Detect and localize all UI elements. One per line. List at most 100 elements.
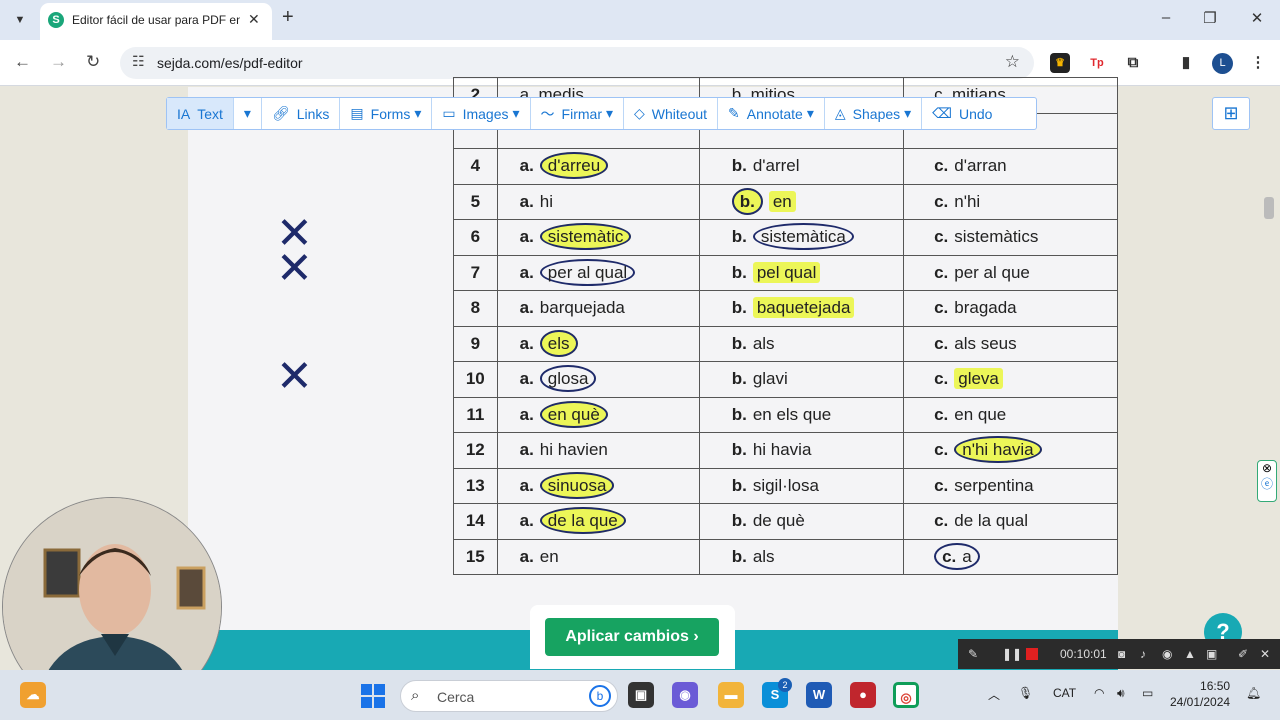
option-a: sistemàtic xyxy=(539,223,632,251)
omnibox[interactable]: ☷ sejda.com/es/pdf-editor ☆ xyxy=(120,47,1034,79)
option-c: per al que xyxy=(954,262,1030,282)
thumbnails-grid-icon[interactable]: ⊞ xyxy=(1212,97,1250,130)
language-indicator[interactable]: CAT xyxy=(1053,686,1076,700)
chrome-icon[interactable]: ◎ xyxy=(893,682,919,708)
table-row: 10 a. glosa b. glavi c. gleva xyxy=(453,361,1118,398)
microphone-icon[interactable]: 🎙︎ xyxy=(1018,686,1033,700)
crown-extension-icon[interactable]: ♛ xyxy=(1050,53,1070,73)
option-a: els xyxy=(539,329,578,357)
close-icon[interactable]: ✕ xyxy=(1260,647,1270,661)
word-icon[interactable]: W xyxy=(806,682,832,708)
mic-off-icon[interactable]: ♪ xyxy=(1140,647,1146,661)
webcam-icon[interactable]: ◉ xyxy=(1162,647,1172,661)
row-number: 12 xyxy=(453,432,498,469)
option-a: en xyxy=(539,546,559,566)
camera-icon[interactable]: ◙ xyxy=(1118,647,1125,661)
tab-close-icon[interactable]: ✕ xyxy=(248,11,260,28)
notification-bell-icon[interactable]: 🔔︎ xyxy=(1246,686,1261,700)
option-b: en els que xyxy=(752,404,832,424)
screen-recorder-bar: ✎ ❚❚ 00:10:01 ◙ ♪ ◉ ▲ ▣ ✐ ✕ xyxy=(958,639,1280,669)
shapes-button[interactable]: ◬ Shapes ▾ xyxy=(825,98,923,129)
pen-icon[interactable]: ✎ xyxy=(968,647,978,661)
bookmark-star-icon[interactable]: ☆ xyxy=(1005,52,1020,72)
images-button[interactable]: ▭ Images ▾ xyxy=(432,98,531,129)
text-options-dropdown[interactable]: ▾ xyxy=(234,98,262,129)
task-view-icon[interactable]: ▣ xyxy=(628,682,654,708)
pdf-page[interactable]: 2 a. medis b. mitjos c. mitjans 4 a. d'ar… xyxy=(188,77,1118,635)
label-b: b. xyxy=(731,546,747,566)
label-a: a. xyxy=(519,191,534,211)
taskbar-search[interactable]: ⌕ Cerca b xyxy=(400,680,618,712)
browser-tab[interactable]: S Editor fácil de usar para PDF en ✕ xyxy=(40,3,272,40)
option-a: hi havien xyxy=(539,440,608,460)
profile-avatar[interactable]: L xyxy=(1212,53,1233,74)
label-b: b. xyxy=(731,404,747,424)
forward-icon[interactable]: → xyxy=(50,52,67,72)
start-tile xyxy=(361,697,372,708)
annotate-button[interactable]: ✎ Annotate ▾ xyxy=(718,98,825,129)
option-a: glosa xyxy=(539,365,597,393)
screen-recorder-icon[interactable]: ● xyxy=(850,682,876,708)
restore-icon[interactable]: ❐ xyxy=(1198,9,1222,27)
option-a: sinuosa xyxy=(539,471,615,499)
option-b: als xyxy=(752,546,775,566)
firmar-label: Firmar xyxy=(561,105,602,122)
close-icon[interactable]: ⊗ xyxy=(1258,461,1276,475)
editor-toolbar: IA Text ▾ 🔗︎ Links ▤ Forms ▾ ▭ Images ▾ 〜 Firma… xyxy=(166,97,1037,130)
battery-icon[interactable]: ▭ xyxy=(1142,686,1153,700)
window-close-icon[interactable]: ✕ xyxy=(1245,9,1269,27)
tray-chevron-icon[interactable]: ︿ xyxy=(988,686,1000,703)
text-tool-button[interactable]: IA Text xyxy=(167,98,234,129)
option-c: n'hi havia xyxy=(954,436,1042,464)
undo-button[interactable]: ⌫ Undo xyxy=(922,98,1002,129)
volume-icon[interactable]: 🔊︎ xyxy=(1117,686,1125,701)
reload-icon[interactable]: ↻ xyxy=(86,52,100,72)
pause-icon[interactable]: ❚❚ xyxy=(1002,647,1022,661)
label-c: c. xyxy=(934,511,949,531)
bing-icon[interactable]: b xyxy=(589,685,611,707)
menu-kebab-icon[interactable]: ⋮ xyxy=(1248,53,1268,73)
label-b: b. xyxy=(731,333,747,353)
caret-down-icon: ▾ xyxy=(904,105,912,121)
firmar-button[interactable]: 〜 Firmar ▾ xyxy=(531,98,625,129)
row-number: 14 xyxy=(453,503,498,540)
alert-icon[interactable]: ▲ xyxy=(1184,647,1196,661)
apply-changes-button[interactable]: Aplicar cambios › xyxy=(545,618,719,656)
label-b: b. xyxy=(731,369,747,389)
sejda-favicon-icon: S xyxy=(48,12,64,28)
edit-icon[interactable]: ✐ xyxy=(1238,647,1248,661)
eraser-icon: ◇ xyxy=(634,105,645,121)
label-c: c. xyxy=(934,475,949,495)
table-row: 13 a. sinuosa b. sigil·losa c. serpentina xyxy=(453,467,1118,504)
side-widget[interactable]: ⊗ ⓔ xyxy=(1257,460,1277,502)
links-button[interactable]: 🔗︎ Links xyxy=(262,98,341,129)
start-button[interactable] xyxy=(361,684,385,708)
site-info-icon[interactable]: ☷ xyxy=(132,53,145,70)
search-icon: ⌕ xyxy=(411,687,420,704)
teams-icon[interactable]: ◉ xyxy=(672,682,698,708)
chat-icon[interactable]: ▣ xyxy=(1206,647,1217,661)
row-number: 4 xyxy=(453,148,498,185)
new-tab-icon[interactable]: + xyxy=(282,6,294,29)
page-scrollbar[interactable] xyxy=(1264,197,1274,219)
label-c: c. xyxy=(934,404,949,424)
extensions-puzzle-icon[interactable]: ⧉ xyxy=(1123,53,1143,73)
edge-icon[interactable]: ⓔ xyxy=(1258,475,1276,492)
label-c: c. xyxy=(934,156,949,176)
shapes-label: Shapes xyxy=(852,105,901,122)
tp-extension-icon[interactable]: Tp xyxy=(1087,53,1107,73)
wifi-icon[interactable]: ◠ xyxy=(1094,686,1104,700)
form-icon: ▤ xyxy=(350,105,364,121)
whiteout-button[interactable]: ◇ Whiteout xyxy=(624,98,719,129)
side-panel-icon[interactable]: ▮ xyxy=(1176,53,1196,73)
weather-icon[interactable]: ☁ xyxy=(20,682,46,708)
file-explorer-icon[interactable]: ▬ xyxy=(718,682,744,708)
label-b: b. xyxy=(731,440,747,460)
back-icon[interactable]: ← xyxy=(14,52,31,72)
option-c: n'hi xyxy=(954,191,981,211)
forms-button[interactable]: ▤ Forms ▾ xyxy=(340,98,433,129)
tab-search-icon[interactable]: ▼ xyxy=(10,10,30,30)
stop-icon[interactable] xyxy=(1026,648,1038,660)
minimize-icon[interactable]: – xyxy=(1154,9,1178,26)
clock[interactable]: 16:50 24/01/2024 xyxy=(1170,678,1230,710)
